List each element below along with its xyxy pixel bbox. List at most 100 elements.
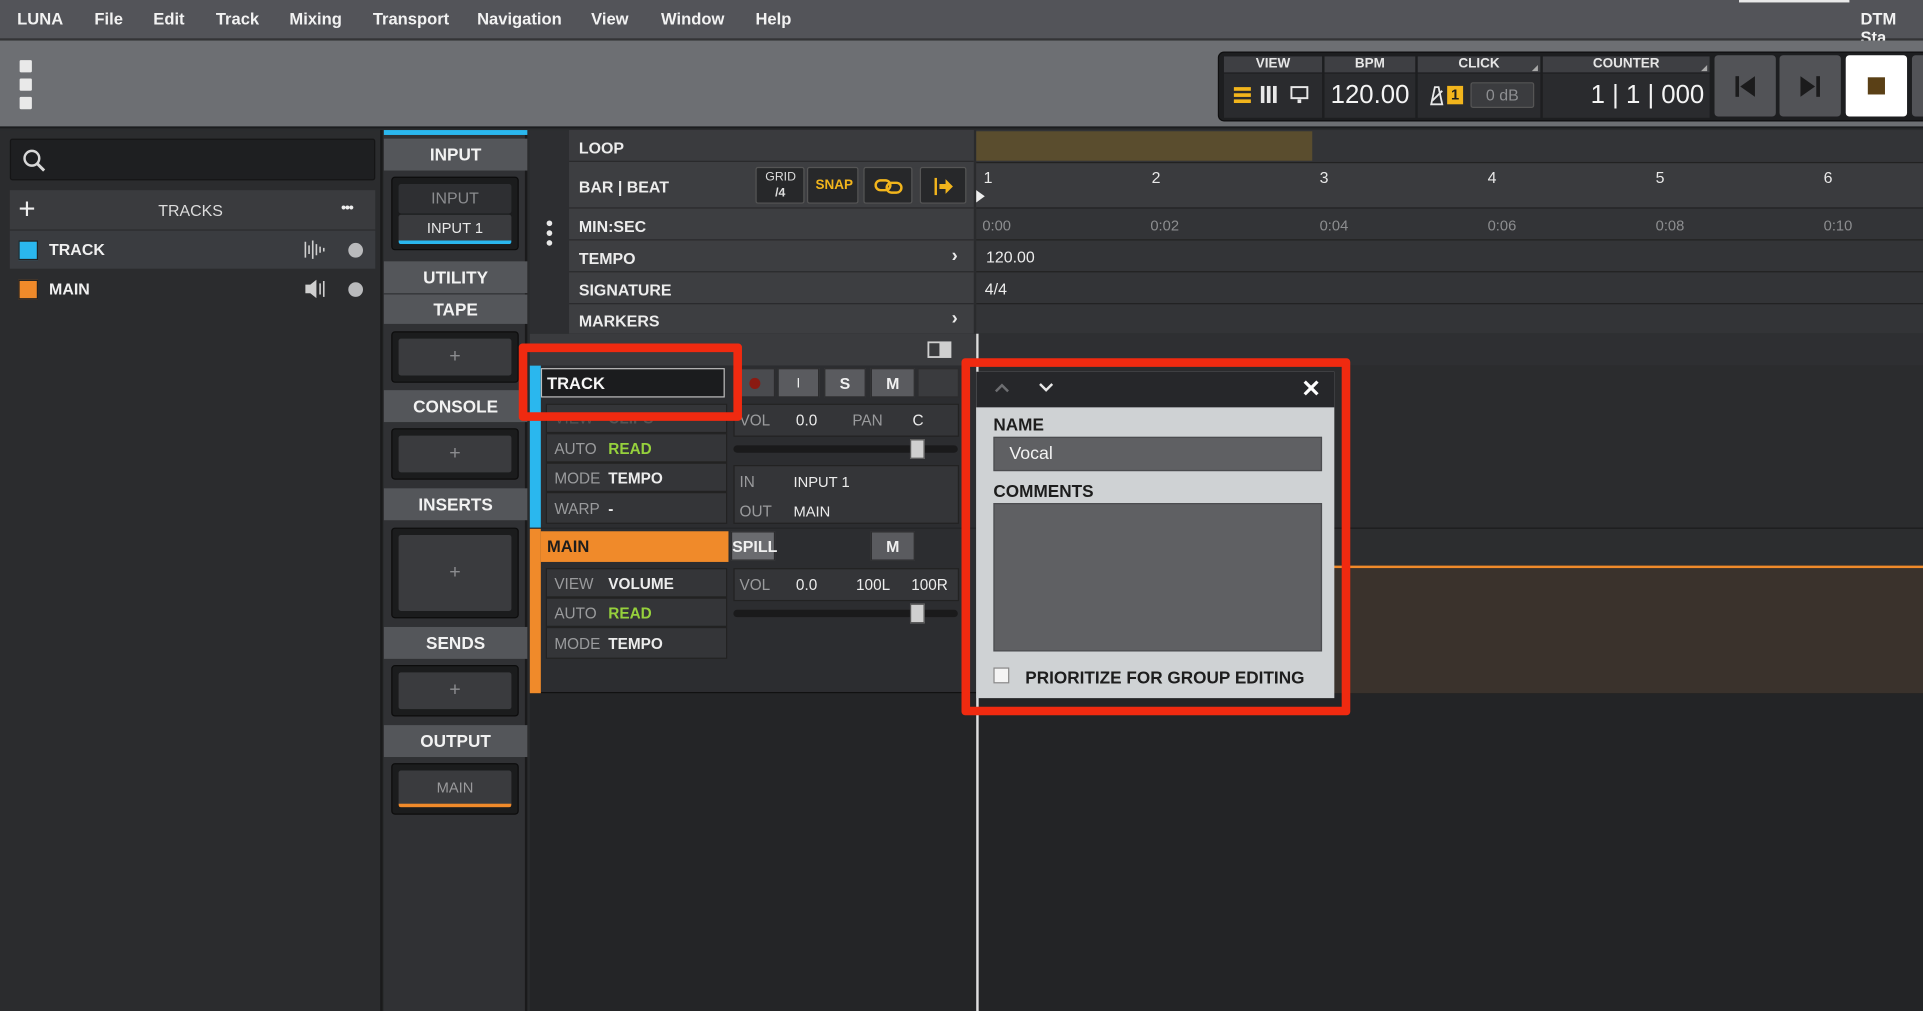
- menu-track[interactable]: Track: [216, 10, 259, 28]
- solo-button[interactable]: S: [824, 368, 866, 398]
- chevron-right-icon[interactable]: ›: [952, 308, 958, 329]
- console-slot[interactable]: +: [391, 428, 519, 480]
- bar-beat-ruler[interactable]: 1 2 3 4 5 6: [976, 161, 1923, 209]
- warp-row[interactable]: WARP -: [545, 492, 728, 524]
- click-level-field[interactable]: 0 dB: [1470, 82, 1535, 108]
- layout-toggle-icon[interactable]: [927, 341, 952, 358]
- min-sec-ruler[interactable]: 0:00 0:02 0:04 0:06 0:08 0:10: [976, 209, 1923, 241]
- more-menu-icon[interactable]: •••: [341, 199, 354, 216]
- vol-value[interactable]: 0.0: [796, 577, 817, 594]
- tape-slot[interactable]: +: [391, 331, 519, 383]
- skip-forward-button[interactable]: [1779, 55, 1841, 117]
- tempo-ruler-label[interactable]: TEMPO ›: [569, 240, 974, 273]
- track-2-name-field[interactable]: MAIN: [540, 531, 729, 562]
- stop-button[interactable]: [1845, 55, 1908, 117]
- output-slot-value[interactable]: MAIN: [398, 770, 512, 808]
- waveform-icon[interactable]: [304, 239, 329, 260]
- mute-button[interactable]: M: [870, 531, 915, 561]
- chevron-right-icon[interactable]: ›: [952, 245, 958, 266]
- mode-value[interactable]: TEMPO: [608, 636, 663, 653]
- menu-view[interactable]: View: [591, 10, 628, 28]
- menu-window[interactable]: Window: [661, 10, 724, 28]
- view-row[interactable]: VIEW VOLUME: [545, 568, 728, 598]
- metronome-icon[interactable]: [1428, 86, 1445, 106]
- list-view-icon[interactable]: [1233, 86, 1251, 104]
- view-value[interactable]: VOLUME: [608, 575, 674, 592]
- output-slot[interactable]: MAIN: [391, 763, 519, 815]
- auto-value[interactable]: READ: [608, 440, 651, 457]
- menu-edit[interactable]: Edit: [153, 10, 184, 28]
- menu-app[interactable]: LUNA: [17, 10, 63, 28]
- menu-mixing[interactable]: Mixing: [289, 10, 341, 28]
- menu-navigation[interactable]: Navigation: [477, 10, 562, 28]
- sends-add[interactable]: +: [398, 672, 512, 710]
- sends-slot[interactable]: +: [391, 665, 519, 717]
- fader-handle[interactable]: [910, 603, 925, 624]
- menu-help[interactable]: Help: [755, 10, 791, 28]
- signature-ruler[interactable]: 4/4: [976, 272, 1923, 305]
- markers-ruler-label[interactable]: MARKERS ›: [569, 304, 974, 333]
- out-value[interactable]: MAIN: [793, 503, 830, 520]
- track-2-name[interactable]: MAIN: [547, 537, 589, 555]
- in-value[interactable]: INPUT 1: [793, 474, 849, 491]
- menu-transport[interactable]: Transport: [373, 10, 449, 28]
- vol-value[interactable]: 0.0: [796, 412, 817, 429]
- track-color-swatch[interactable]: [18, 240, 39, 261]
- menu-file[interactable]: File: [94, 10, 123, 28]
- mixer-view-icon[interactable]: [1260, 85, 1278, 104]
- record-arm-dot[interactable]: [348, 242, 364, 258]
- ruler-menu-icon[interactable]: [546, 220, 553, 247]
- inserts-add[interactable]: +: [398, 534, 512, 612]
- panel-toggle-icon[interactable]: [19, 78, 32, 91]
- add-track-button[interactable]: +: [18, 193, 35, 227]
- input-slot[interactable]: INPUT INPUT 1: [391, 176, 519, 251]
- input-monitor-button[interactable]: I: [777, 368, 820, 398]
- click-count-badge[interactable]: 1: [1447, 85, 1464, 105]
- search-input[interactable]: [9, 138, 376, 181]
- loop-region[interactable]: [976, 131, 1313, 161]
- bpm-value[interactable]: 120.00: [1331, 81, 1410, 110]
- mode-row[interactable]: MODE TEMPO: [545, 462, 728, 493]
- speaker-icon[interactable]: [304, 279, 331, 300]
- markers-ruler[interactable]: [976, 304, 1923, 333]
- link-button[interactable]: [863, 166, 913, 204]
- input-slot-value[interactable]: INPUT 1: [398, 214, 512, 245]
- follow-button[interactable]: [919, 166, 967, 204]
- mode-row[interactable]: MODE TEMPO: [545, 626, 728, 659]
- bpm-field[interactable]: 120.00: [1324, 73, 1416, 118]
- grid-button[interactable]: GRID /4: [755, 166, 805, 204]
- playhead-marker-icon[interactable]: [976, 190, 985, 203]
- auto-value[interactable]: READ: [608, 605, 651, 622]
- volume-fader[interactable]: [733, 439, 958, 459]
- snap-button[interactable]: SNAP: [806, 166, 859, 204]
- pan-value[interactable]: C: [912, 412, 923, 429]
- counter-value[interactable]: 1 | 1 | 000: [1591, 81, 1705, 110]
- fader-handle[interactable]: [910, 439, 925, 459]
- record-arm-dot[interactable]: [348, 282, 364, 297]
- panel-toggle-icon[interactable]: [19, 60, 32, 73]
- inserts-slot[interactable]: +: [391, 527, 519, 619]
- volume-fader[interactable]: [733, 603, 958, 624]
- tempo-value[interactable]: 120.00: [986, 248, 1035, 266]
- track-list-item-track[interactable]: TRACK: [9, 230, 376, 269]
- pan-right-value[interactable]: 100R: [911, 577, 948, 594]
- pan-left-value[interactable]: 100L: [856, 577, 890, 594]
- auto-row[interactable]: AUTO READ: [545, 433, 728, 463]
- mute-button[interactable]: M: [870, 368, 915, 398]
- track-color-swatch[interactable]: [18, 279, 39, 300]
- play-button-partial[interactable]: [1911, 55, 1923, 117]
- spill-button[interactable]: SPILL: [730, 531, 777, 561]
- mode-value[interactable]: TEMPO: [608, 470, 663, 487]
- track-list-item-main[interactable]: MAIN: [10, 270, 375, 308]
- extra-button[interactable]: [917, 368, 960, 398]
- counter-field[interactable]: 1 | 1 | 000: [1542, 73, 1710, 118]
- screen-view-icon[interactable]: [1290, 86, 1310, 106]
- console-add[interactable]: +: [398, 435, 512, 473]
- tempo-ruler[interactable]: 120.00: [976, 240, 1923, 273]
- tape-add[interactable]: +: [398, 338, 512, 376]
- auto-row[interactable]: AUTO READ: [545, 597, 728, 627]
- panel-toggle-icon[interactable]: [19, 96, 32, 110]
- signature-value[interactable]: 4/4: [985, 280, 1007, 298]
- warp-value[interactable]: -: [608, 501, 613, 518]
- skip-back-button[interactable]: [1714, 55, 1776, 117]
